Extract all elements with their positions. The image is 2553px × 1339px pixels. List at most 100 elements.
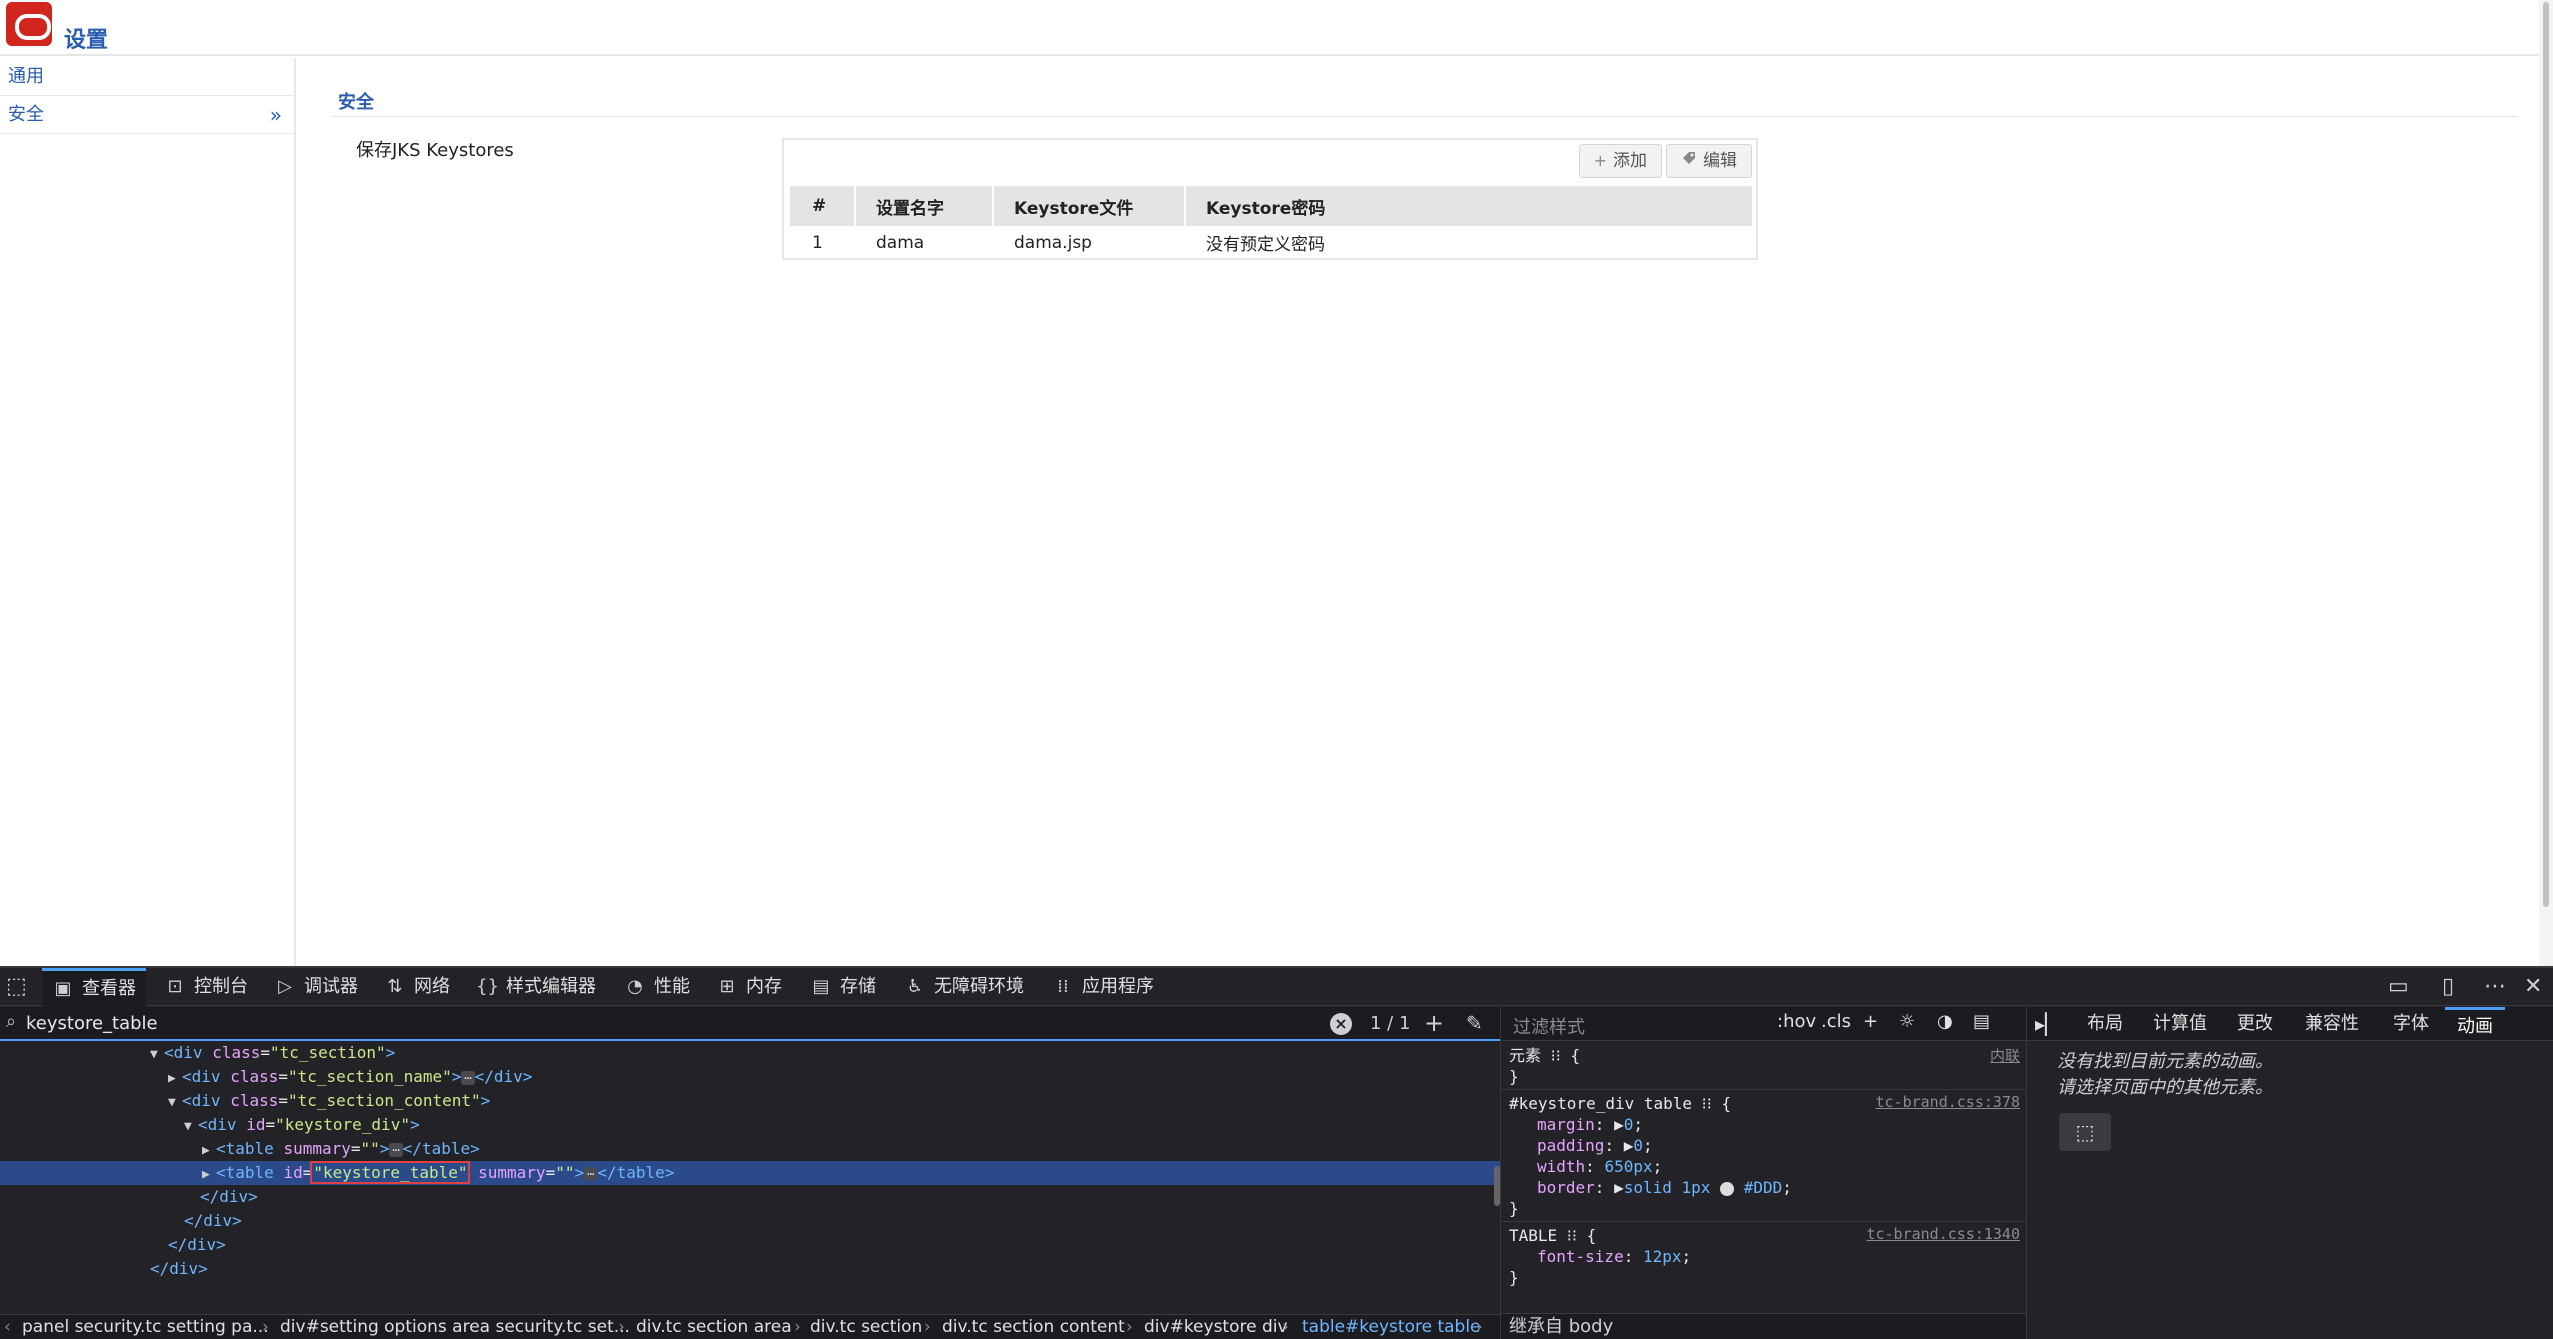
add-rule-icon[interactable]: +: [1863, 1011, 1878, 1032]
markup-node[interactable]: ▼ <div class="tc_section_content">: [0, 1089, 1500, 1113]
markup-node[interactable]: ▼ <div class="tc_section">: [0, 1041, 1500, 1065]
breadcrumb-item[interactable]: div#setting options area security.tc set…: [280, 1315, 630, 1339]
class-toggle[interactable]: .cls: [1821, 1011, 1851, 1032]
tab-performance[interactable]: ◔ 性能: [624, 968, 690, 1006]
tab-accessibility[interactable]: ♿ 无障碍环境: [904, 968, 1024, 1006]
clear-search-icon[interactable]: ×: [1330, 1013, 1352, 1035]
markup-node[interactable]: </div>: [0, 1185, 1500, 1209]
edit-button[interactable]: 编辑: [1666, 144, 1752, 178]
color-swatch-icon[interactable]: [1720, 1181, 1735, 1196]
markup-node[interactable]: </div>: [0, 1209, 1500, 1233]
tab-application[interactable]: ⁞⁞ 应用程序: [1052, 968, 1154, 1006]
tab-changes[interactable]: 更改: [2237, 1007, 2273, 1041]
nav-item-label: 通用: [8, 66, 44, 87]
breadcrumb-scroll-left-icon[interactable]: ‹: [4, 1315, 11, 1339]
breadcrumb-item[interactable]: panel security.tc setting pa...: [22, 1315, 269, 1339]
breadcrumb-item-current[interactable]: table#keystore table: [1302, 1315, 1481, 1339]
tab-animations[interactable]: 动画: [2445, 1007, 2505, 1041]
markup-node[interactable]: ▼ <div id="keystore_div">: [0, 1113, 1500, 1137]
breadcrumb-item[interactable]: div#keystore div: [1144, 1315, 1288, 1339]
markup-node[interactable]: </div>: [0, 1257, 1500, 1281]
attr-value: "tc_section": [270, 1043, 386, 1062]
tab-computed[interactable]: 计算值: [2153, 1007, 2207, 1041]
markup-node[interactable]: </div>: [0, 1233, 1500, 1257]
markup-node-selected[interactable]: ▶ <table id="keystore_table" summary=""> ⋯…: [0, 1161, 1500, 1185]
tag-name: div: [191, 1091, 221, 1110]
filter-styles-input[interactable]: 过滤样式: [1513, 1013, 1585, 1039]
css-color-value: #DDD: [1743, 1178, 1783, 1197]
breadcrumb-separator-icon: ›: [924, 1317, 931, 1337]
table-cell: dama.jsp: [994, 226, 1184, 260]
devtools-panel: ⬚ ▣ 查看器 ⊡ 控制台 ▷ 调试器 ⇅ 网络 {} 样式编辑器 ◔ 性能 ⊞…: [0, 966, 2553, 1339]
eyedropper-icon[interactable]: ✎: [1466, 1011, 1483, 1035]
tab-console[interactable]: ⊡ 控制台: [164, 968, 248, 1006]
print-media-icon[interactable]: ▤: [1973, 1011, 1990, 1032]
rule-source-link[interactable]: tc-brand.css:1340: [1866, 1225, 2020, 1243]
breadcrumb-item[interactable]: div.tc section: [810, 1315, 922, 1339]
page-scrollbar[interactable]: [2539, 0, 2553, 966]
add-button[interactable]: + 添加: [1578, 144, 1662, 178]
keystore-panel: + 添加 编辑 # 设置名字 Keystore文件 Keystore密码 1 d…: [782, 138, 1758, 260]
rule-source: 内联: [1989, 1047, 2020, 1065]
close-icon[interactable]: ✕: [2524, 974, 2542, 999]
tab-style-editor[interactable]: {} 样式编辑器: [476, 968, 596, 1006]
collapsed-ellipsis[interactable]: ⋯: [584, 1166, 598, 1181]
tab-memory[interactable]: ⊞ 内存: [716, 968, 782, 1006]
rule-header: TABLE ⁝⁝ {: [1509, 1226, 1597, 1245]
edit-button-label: 编辑: [1703, 151, 1737, 171]
attr-name: summary: [478, 1163, 546, 1182]
markup-node[interactable]: ▶ <div class="tc_section_name"> ⋯ </div>: [0, 1065, 1500, 1089]
breadcrumb-item[interactable]: div.tc section area: [636, 1315, 792, 1339]
tab-inspector[interactable]: ▣ 查看器: [42, 968, 146, 1006]
dark-scheme-icon[interactable]: ◑: [1937, 1011, 1953, 1032]
css-declaration[interactable]: padding: ▶0;: [1537, 1135, 1653, 1156]
responsive-mode-icon[interactable]: ▯: [2442, 974, 2454, 999]
column-header-keystore-password: Keystore密码: [1186, 186, 1752, 226]
breadcrumb-item[interactable]: div.tc section content: [942, 1315, 1125, 1339]
inspector-icon: ▣: [54, 977, 72, 999]
hover-state-toggle[interactable]: :hov: [1777, 1011, 1816, 1032]
tab-compatibility[interactable]: 兼容性: [2305, 1007, 2359, 1041]
nav-item-security[interactable]: 安全 »: [0, 96, 294, 134]
rule-source-link[interactable]: tc-brand.css:378: [1876, 1093, 2021, 1111]
css-declaration[interactable]: margin: ▶0;: [1537, 1114, 1643, 1135]
scrollbar-thumb[interactable]: [2543, 2, 2549, 907]
keystore-toolbar: + 添加 编辑: [1578, 144, 1752, 178]
search-input[interactable]: keystore_table: [26, 1013, 158, 1034]
add-node-icon[interactable]: +: [1424, 1009, 1444, 1037]
css-declaration[interactable]: width: 650px;: [1537, 1156, 1662, 1177]
attr-value: "": [360, 1139, 380, 1158]
debugger-icon: ▷: [278, 976, 292, 997]
element-picker-icon[interactable]: ⬚: [6, 974, 27, 999]
markup-node[interactable]: ▶ <table summary=""> ⋯ </table>: [0, 1137, 1500, 1161]
tab-label: 调试器: [304, 976, 358, 997]
rule-selector: 元素: [1509, 1046, 1542, 1065]
layout-toggle-icon[interactable]: ▭: [2388, 974, 2409, 999]
tab-layout[interactable]: 布局: [2087, 1007, 2123, 1041]
collapsed-ellipsis[interactable]: ⋯: [389, 1142, 403, 1157]
attr-name: id: [283, 1163, 303, 1182]
markup-view: ▼ <div class="tc_section"> ▶ <div class="t…: [0, 1041, 1500, 1281]
message-line: 请选择页面中的其他元素。: [2057, 1077, 2273, 1098]
tab-debugger[interactable]: ▷ 调试器: [274, 968, 358, 1006]
breadcrumb: ‹ panel security.tc setting pa... › div#…: [0, 1314, 1500, 1339]
table-row[interactable]: 1 dama dama.jsp 没有预定义密码: [790, 226, 1752, 260]
pick-element-button[interactable]: ⬚: [2059, 1113, 2111, 1151]
rule-header: #keystore_div table ⁝⁝ {: [1509, 1094, 1732, 1113]
tab-storage[interactable]: ▤ 存储: [810, 968, 876, 1006]
more-options-icon[interactable]: ⋯: [2484, 974, 2506, 999]
table-cell: 没有预定义密码: [1186, 226, 1752, 260]
tab-fonts[interactable]: 字体: [2393, 1007, 2429, 1041]
breadcrumb-scroll-right-icon[interactable]: ›: [1476, 1315, 1483, 1339]
css-value: 12px: [1642, 1247, 1682, 1266]
memory-icon: ⊞: [719, 976, 735, 997]
css-declaration[interactable]: font-size: 12px;: [1537, 1246, 1691, 1267]
collapsed-ellipsis[interactable]: ⋯: [461, 1070, 475, 1085]
css-declaration[interactable]: border: ▶solid 1px #DDD;: [1537, 1177, 1792, 1198]
nav-item-general[interactable]: 通用: [0, 58, 294, 96]
nav-item-label: 安全: [8, 104, 44, 125]
light-scheme-icon[interactable]: ☼: [1899, 1011, 1915, 1032]
toggle-sidebar-icon[interactable]: ▸▏: [2035, 1007, 2060, 1041]
tab-network[interactable]: ⇅ 网络: [384, 968, 450, 1006]
breadcrumb-separator-icon: ›: [1126, 1317, 1133, 1337]
